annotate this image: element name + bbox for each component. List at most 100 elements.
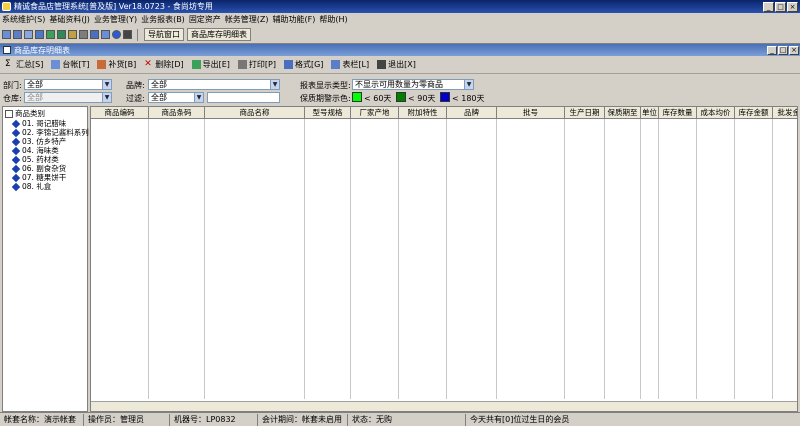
tree-item[interactable]: 08. 礼盒 <box>7 182 51 191</box>
grid-column-header[interactable]: 厂家产地 <box>351 107 399 119</box>
user-icon[interactable] <box>57 30 66 39</box>
stock-grid[interactable]: 商品编码 商品条码 商品名称 型号规格 厂家产地 附加特性 品牌 批号 生产日期 保质期至 单位 库存… <box>90 106 798 412</box>
menu-tools[interactable]: 辅助功能(F) <box>273 14 320 25</box>
child-title: 商品库存明细表 <box>14 45 70 55</box>
close-button[interactable]: × <box>787 1 798 12</box>
horizontal-scrollbar[interactable] <box>91 401 797 411</box>
help-icon[interactable] <box>112 30 121 39</box>
legend-label-90: < 90天 <box>408 94 436 103</box>
chevron-down-icon[interactable]: ▼ <box>102 80 111 89</box>
delete-icon: ✕ <box>144 59 152 69</box>
dept-label: 部门: <box>3 81 22 90</box>
shelf-life-label: 保质期警示色: <box>300 94 351 103</box>
format-icon <box>283 60 293 69</box>
menu-help[interactable]: 帮助(H) <box>319 14 351 25</box>
format-button[interactable]: 格式[G] <box>281 58 326 72</box>
legend-swatch-180 <box>440 92 450 102</box>
sigma-icon: Σ <box>5 59 11 69</box>
recycle-icon[interactable] <box>46 30 55 39</box>
child-maximize-button[interactable]: □ <box>778 45 788 55</box>
diamond-icon <box>11 155 21 164</box>
nav-window-button[interactable]: 导航窗口 <box>144 28 184 41</box>
diamond-icon <box>11 137 21 146</box>
delete-button[interactable]: ✕ 删除[D] <box>141 58 186 72</box>
table-icon[interactable] <box>35 30 44 39</box>
print-button[interactable]: 打印[P] <box>235 58 279 72</box>
grid-column-header[interactable]: 单位 <box>641 107 659 119</box>
chevron-down-icon[interactable]: ▼ <box>194 93 203 102</box>
grid-column-header[interactable]: 库存金额 <box>735 107 773 119</box>
report-type-select[interactable]: 不显示可用数量为零商品 ▼ <box>352 79 474 90</box>
status-machine: 机器号：LP0832 <box>170 414 258 426</box>
chevron-down-icon[interactable]: ▼ <box>464 80 473 89</box>
exit-button[interactable]: 退出[X] <box>374 58 419 72</box>
warehouse-label: 仓库: <box>3 94 22 103</box>
new-icon[interactable] <box>2 30 11 39</box>
grid-column-header[interactable]: 生产日期 <box>565 107 605 119</box>
grid-column <box>305 119 351 399</box>
status-account: 帐套名称：演示帐套 <box>0 414 84 426</box>
list-icon[interactable] <box>13 30 22 39</box>
main-toolbar: 导航窗口 商品库存明细表 <box>0 26 800 44</box>
menu-basic-data[interactable]: 基础资料(J) <box>49 14 94 25</box>
grid-column-header[interactable]: 商品名称 <box>205 107 305 119</box>
ledger-button[interactable]: 台帐[T] <box>48 58 92 72</box>
title-bar: 精诚食品店管理系统[普及版] Ver18.0723 - 食尚坊专用 _ □ × <box>0 0 800 13</box>
chevron-down-icon[interactable]: ▼ <box>270 80 279 89</box>
menu-reports[interactable]: 业务报表(B) <box>141 14 189 25</box>
menu-system[interactable]: 系统维护(S) <box>2 14 49 25</box>
grid-column-header[interactable]: 品牌 <box>447 107 497 119</box>
grid-column <box>641 119 659 399</box>
report-type-label: 报表显示类型: <box>300 81 351 90</box>
replenish-button[interactable]: 补货[B] <box>94 58 139 72</box>
grid-column-header[interactable]: 型号规格 <box>305 107 351 119</box>
brand-label: 品牌: <box>126 81 145 90</box>
category-tree[interactable]: 商品类别 01. 哥记腊味 02. 李锦记酱料系列 03. 仿乡特产 04. 海… <box>2 106 89 412</box>
legend-swatch-90 <box>396 92 406 102</box>
menu-accounts[interactable]: 帐务管理(Z) <box>225 14 273 25</box>
diamond-icon <box>11 128 21 137</box>
grid-column <box>735 119 773 399</box>
columns-button[interactable]: 表栏[L] <box>328 58 372 72</box>
warehouse-select[interactable]: 全部 ▼ <box>24 92 112 103</box>
stock-detail-tab-button[interactable]: 商品库存明细表 <box>187 28 251 41</box>
grid-header: 商品编码 商品条码 商品名称 型号规格 厂家产地 附加特性 品牌 批号 生产日期 保质期至 单位 库存… <box>91 107 798 119</box>
menu-fixed-assets[interactable]: 固定资产 <box>189 14 225 25</box>
child-title-bar: 商品库存明细表 _ □ × <box>0 44 800 56</box>
filter-select[interactable]: 全部 ▼ <box>148 92 204 103</box>
grid-column-header[interactable]: 成本均价 <box>697 107 735 119</box>
grid-column-header[interactable]: 保质期至 <box>605 107 641 119</box>
legend-label-180: < 180天 <box>452 94 485 103</box>
save-icon[interactable] <box>90 30 99 39</box>
grid-column <box>399 119 447 399</box>
folder-icon[interactable] <box>68 30 77 39</box>
tree-root[interactable]: 商品类别 <box>5 109 45 118</box>
child-minimize-button[interactable]: _ <box>767 45 777 55</box>
filter-text-input[interactable] <box>207 92 280 103</box>
app-icon <box>2 2 11 11</box>
exit-icon[interactable] <box>123 30 132 39</box>
diamond-icon <box>11 119 21 128</box>
grid-column <box>565 119 605 399</box>
child-close-button[interactable]: × <box>789 45 799 55</box>
filter-label: 过滤: <box>126 94 145 103</box>
maximize-button[interactable]: □ <box>775 1 786 12</box>
grid-column-header[interactable]: 库存数量 <box>659 107 697 119</box>
grid-column-header[interactable]: 批发金额 <box>773 107 798 119</box>
chevron-down-icon[interactable]: ▼ <box>102 93 111 102</box>
grid-column-header[interactable]: 商品条码 <box>149 107 205 119</box>
dept-select[interactable]: 全部 ▼ <box>24 79 112 90</box>
summary-button[interactable]: Σ 汇总[S] <box>2 58 46 72</box>
document-icon[interactable] <box>24 30 33 39</box>
export-button[interactable]: 导出[E] <box>189 58 233 72</box>
legend-swatch-60 <box>352 92 362 102</box>
menu-business[interactable]: 业务管理(Y) <box>94 14 141 25</box>
grid-column-header[interactable]: 商品编码 <box>91 107 149 119</box>
print-icon[interactable] <box>101 30 110 39</box>
grid-column-header[interactable]: 附加特性 <box>399 107 447 119</box>
grid-column <box>697 119 735 399</box>
minimize-button[interactable]: _ <box>763 1 774 12</box>
brand-select[interactable]: 全部 ▼ <box>148 79 280 90</box>
grid-column-header[interactable]: 批号 <box>497 107 565 119</box>
calculator-icon[interactable] <box>79 30 88 39</box>
